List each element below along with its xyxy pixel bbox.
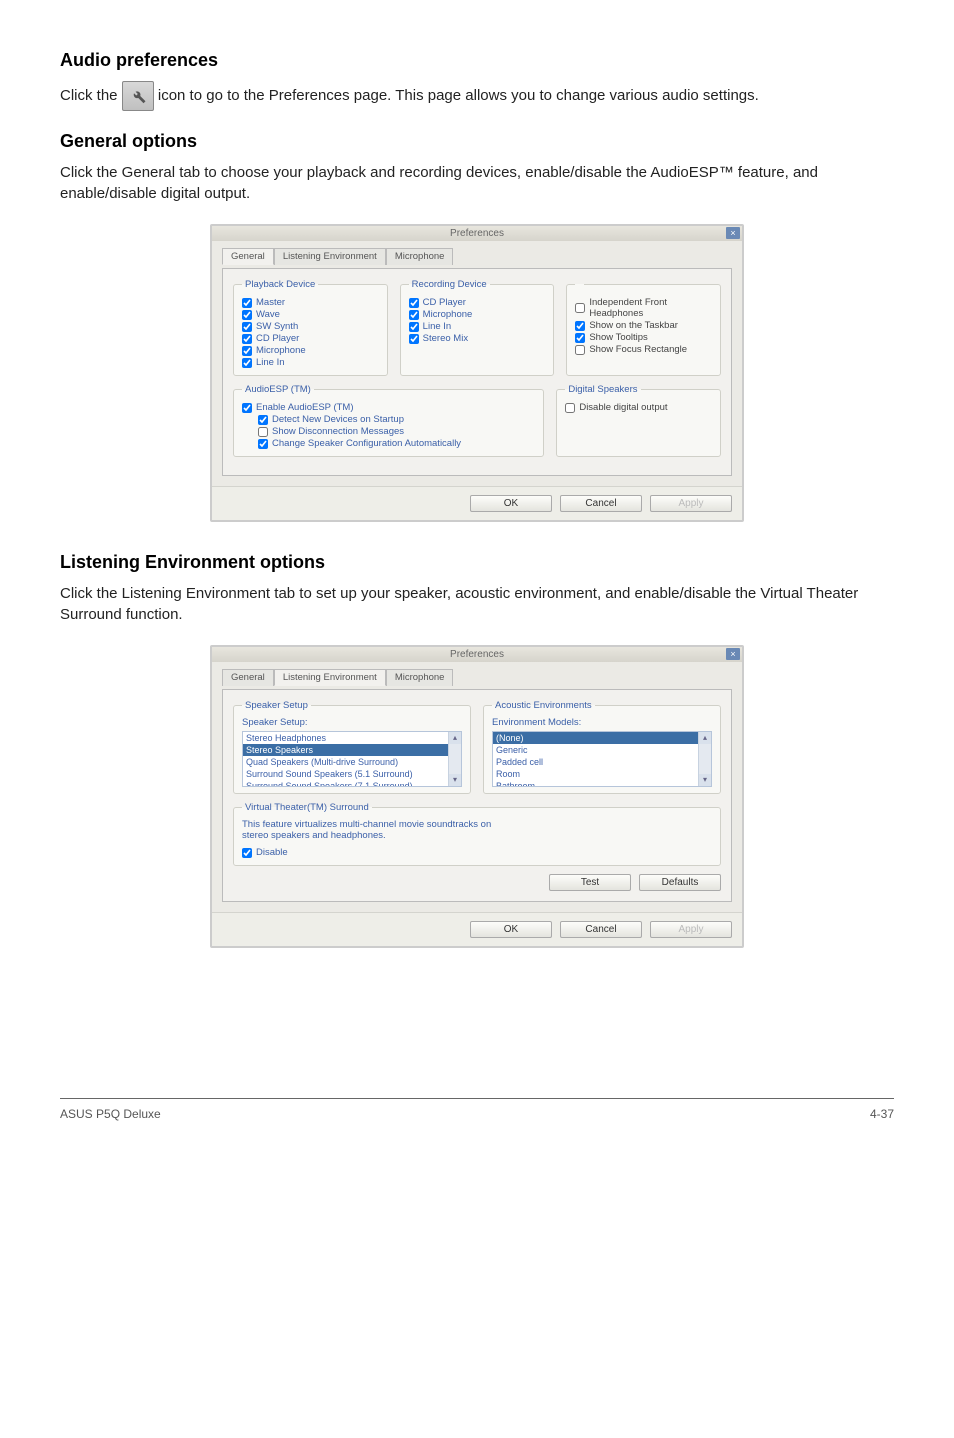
tabs: General Listening Environment Microphone <box>222 668 732 685</box>
heading-general-options: General options <box>60 131 894 152</box>
check-playback-swsynth[interactable]: SW Synth <box>242 321 379 332</box>
apply-button[interactable]: Apply <box>650 495 732 512</box>
close-icon[interactable]: × <box>726 227 740 239</box>
check-playback-microphone[interactable]: Microphone <box>242 345 379 356</box>
page-footer: ASUS P5Q Deluxe 4-37 <box>60 1098 894 1121</box>
list-item[interactable]: Stereo Headphones <box>243 732 461 744</box>
check-record-microphone[interactable]: Microphone <box>409 309 546 320</box>
check-playback-wave[interactable]: Wave <box>242 309 379 320</box>
label-env-models: Environment Models: <box>492 717 712 728</box>
listbox-speaker-setup[interactable]: Stereo Headphones Stereo Speakers Quad S… <box>242 731 462 787</box>
legend-audioesp: AudioESP (TM) <box>242 384 314 395</box>
tab-general[interactable]: General <box>222 248 274 265</box>
check-show-focus-rect[interactable]: Show Focus Rectangle <box>575 344 712 355</box>
scroll-up-icon[interactable]: ▴ <box>699 732 711 744</box>
check-playback-cdplayer[interactable]: CD Player <box>242 333 379 344</box>
cancel-button[interactable]: Cancel <box>560 921 642 938</box>
tab-microphone[interactable]: Microphone <box>386 669 454 686</box>
scroll-down-icon[interactable]: ▾ <box>449 774 461 786</box>
legend-display <box>575 279 584 290</box>
text-listening-env: Click the Listening Environment tab to s… <box>60 583 894 625</box>
legend-acoustic-env: Acoustic Environments <box>492 700 595 711</box>
check-show-disconnect-msgs[interactable]: Show Disconnection Messages <box>258 426 535 437</box>
dialog-button-row: OK Cancel Apply <box>212 912 742 946</box>
dialog-button-row: OK Cancel Apply <box>212 486 742 520</box>
tabs: General Listening Environment Microphone <box>222 247 732 264</box>
check-show-tooltips[interactable]: Show Tooltips <box>575 332 712 343</box>
group-virtual-theater: Virtual Theater(TM) Surround This featur… <box>233 802 721 866</box>
legend-digital-speakers: Digital Speakers <box>565 384 640 395</box>
text-click-suffix: icon to go to the Preferences page. This… <box>158 87 759 104</box>
check-record-cdplayer[interactable]: CD Player <box>409 297 546 308</box>
dialog-titlebar: Preferences × <box>212 647 742 662</box>
list-item[interactable]: Room <box>493 768 711 780</box>
tab-microphone[interactable]: Microphone <box>386 248 454 265</box>
check-show-taskbar[interactable]: Show on the Taskbar <box>575 320 712 331</box>
apply-button[interactable]: Apply <box>650 921 732 938</box>
dialog-titlebar: Preferences × <box>212 226 742 241</box>
dialog-preferences-listening: Preferences × General Listening Environm… <box>210 645 744 948</box>
cancel-button[interactable]: Cancel <box>560 495 642 512</box>
defaults-button[interactable]: Defaults <box>639 874 721 891</box>
check-detect-new-devices[interactable]: Detect New Devices on Startup <box>258 414 535 425</box>
tab-listening-env[interactable]: Listening Environment <box>274 669 386 686</box>
dialog-preferences-general: Preferences × General Listening Environm… <box>210 224 744 522</box>
scrollbar[interactable]: ▴ ▾ <box>698 732 711 786</box>
check-playback-linein[interactable]: Line In <box>242 357 379 368</box>
group-acoustic-env: Acoustic Environments Environment Models… <box>483 700 721 794</box>
text-audio-prefs: Click the icon to go to the Preferences … <box>60 81 894 111</box>
legend-virtual-theater: Virtual Theater(TM) Surround <box>242 802 372 813</box>
scroll-down-icon[interactable]: ▾ <box>699 774 711 786</box>
list-item[interactable]: (None) <box>493 732 711 744</box>
footer-left: ASUS P5Q Deluxe <box>60 1107 161 1121</box>
group-recording-device: Recording Device CD Player Microphone Li… <box>400 279 555 376</box>
list-item[interactable]: Padded cell <box>493 756 711 768</box>
heading-audio-prefs: Audio preferences <box>60 50 894 71</box>
dialog-title: Preferences <box>450 649 504 660</box>
scroll-up-icon[interactable]: ▴ <box>449 732 461 744</box>
footer-right: 4-37 <box>870 1107 894 1121</box>
group-audioesp: AudioESP (TM) Enable AudioESP (TM) Detec… <box>233 384 544 457</box>
ok-button[interactable]: OK <box>470 495 552 512</box>
wrench-icon <box>122 81 154 111</box>
text-click-prefix: Click the <box>60 87 122 104</box>
group-playback-device: Playback Device Master Wave SW Synth CD … <box>233 279 388 376</box>
label-speaker-setup: Speaker Setup: <box>242 717 462 728</box>
legend-playback: Playback Device <box>242 279 318 290</box>
scrollbar[interactable]: ▴ ▾ <box>448 732 461 786</box>
legend-recording: Recording Device <box>409 279 490 290</box>
check-enable-audioesp[interactable]: Enable AudioESP (TM) <box>242 402 535 413</box>
text-vts-desc: This feature virtualizes multi-channel m… <box>242 819 502 841</box>
list-item[interactable]: Quad Speakers (Multi-drive Surround) <box>243 756 461 768</box>
group-speaker-setup: Speaker Setup Speaker Setup: Stereo Head… <box>233 700 471 794</box>
tab-listening-env[interactable]: Listening Environment <box>274 248 386 265</box>
check-playback-master[interactable]: Master <box>242 297 379 308</box>
group-display-options: Independent Front Headphones Show on the… <box>566 279 721 376</box>
tab-general[interactable]: General <box>222 669 274 686</box>
close-icon[interactable]: × <box>726 648 740 660</box>
check-independent-headphones[interactable]: Independent Front Headphones <box>575 297 712 319</box>
check-vts-disable[interactable]: Disable <box>242 847 712 858</box>
group-digital-speakers: Digital Speakers Disable digital output <box>556 384 721 457</box>
check-disable-digital-output[interactable]: Disable digital output <box>565 402 712 413</box>
listbox-env-models[interactable]: (None) Generic Padded cell Room Bathroom… <box>492 731 712 787</box>
ok-button[interactable]: OK <box>470 921 552 938</box>
dialog-title: Preferences <box>450 228 504 239</box>
text-general-options: Click the General tab to choose your pla… <box>60 162 894 204</box>
list-item[interactable]: Stereo Speakers <box>243 744 461 756</box>
legend-speaker-setup: Speaker Setup <box>242 700 311 711</box>
test-button[interactable]: Test <box>549 874 631 891</box>
list-item[interactable]: Surround Sound Speakers (7.1 Surround) <box>243 780 461 787</box>
heading-listening-env: Listening Environment options <box>60 552 894 573</box>
check-record-stereomix[interactable]: Stereo Mix <box>409 333 546 344</box>
list-item[interactable]: Surround Sound Speakers (5.1 Surround) <box>243 768 461 780</box>
check-record-linein[interactable]: Line In <box>409 321 546 332</box>
list-item[interactable]: Bathroom <box>493 780 711 787</box>
list-item[interactable]: Generic <box>493 744 711 756</box>
check-change-speaker-auto[interactable]: Change Speaker Configuration Automatical… <box>258 438 535 449</box>
